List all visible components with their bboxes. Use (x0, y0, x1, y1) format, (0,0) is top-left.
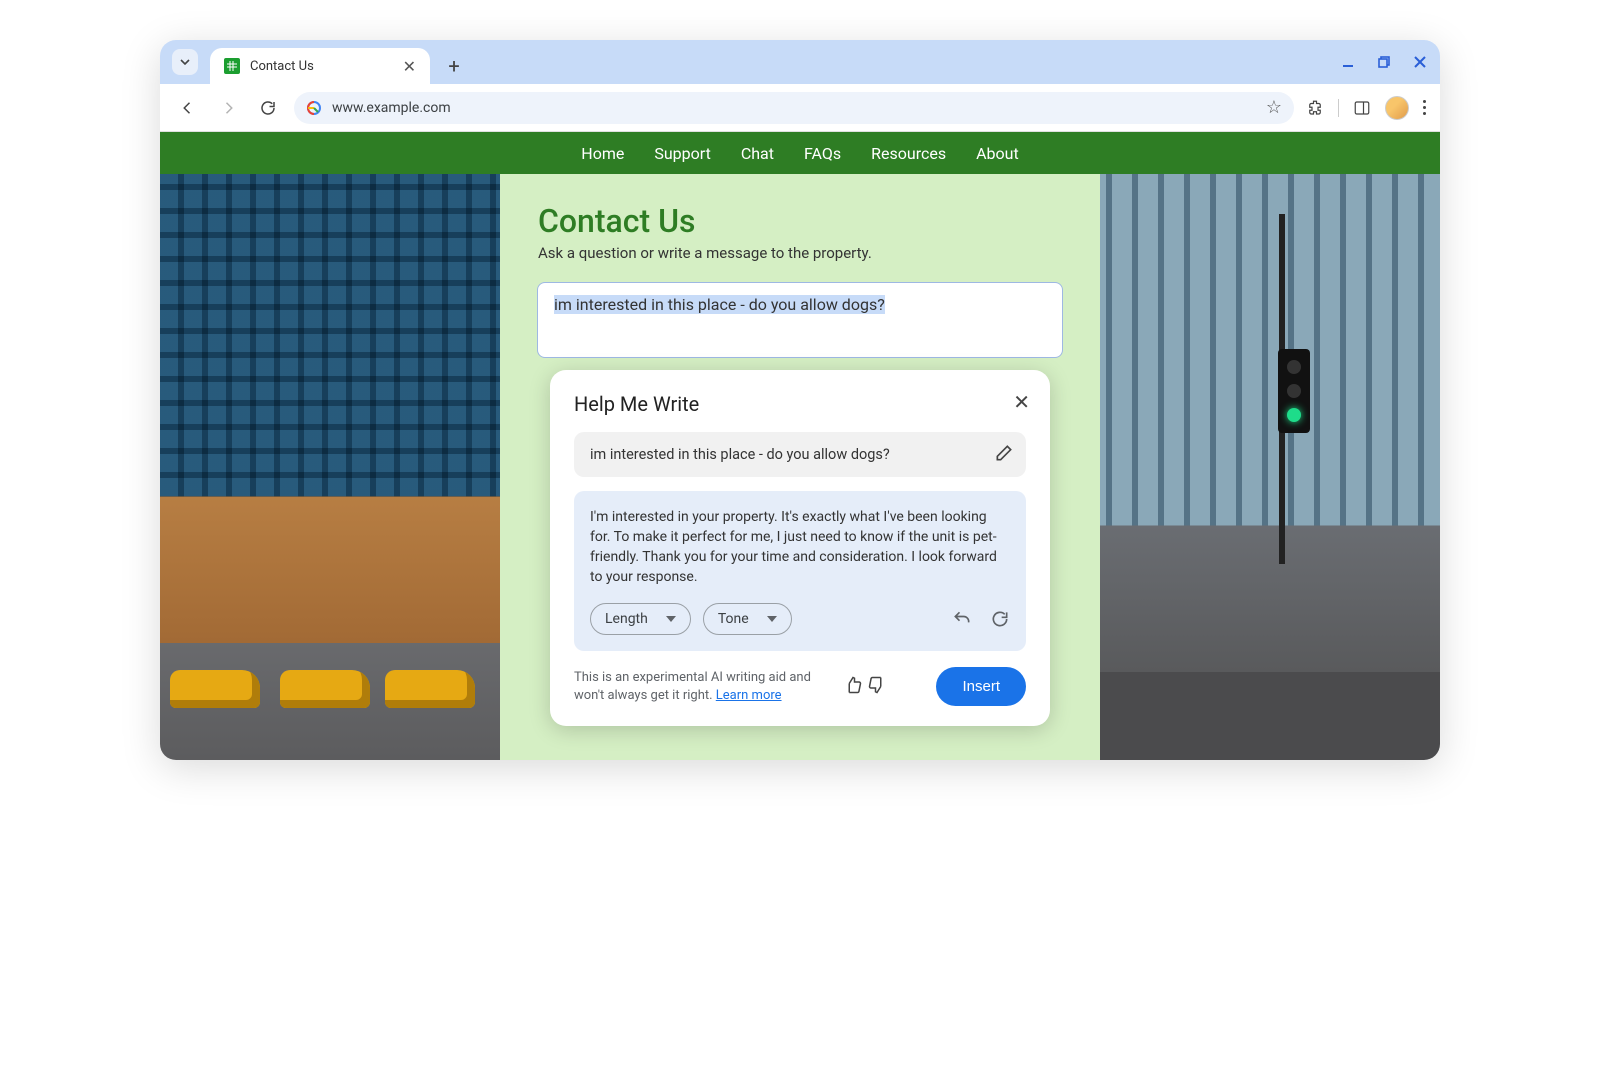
nav-home[interactable]: Home (581, 144, 624, 163)
tab-title: Contact Us (250, 59, 314, 74)
url-text: www.example.com (332, 100, 451, 116)
hmw-prompt-row: im interested in this place - do you all… (574, 432, 1026, 477)
thumbs-down-icon[interactable] (868, 676, 886, 698)
hmw-suggestion-text: I'm interested in your property. It's ex… (590, 507, 1010, 587)
length-dropdown[interactable]: Length (590, 603, 691, 635)
minimize-icon[interactable] (1340, 54, 1356, 70)
back-button[interactable] (174, 94, 202, 122)
page-body: Contact Us Ask a question or write a mes… (160, 174, 1440, 760)
chrome-menu-button[interactable] (1423, 100, 1426, 115)
address-bar[interactable]: www.example.com ☆ (294, 92, 1294, 124)
page-subtitle: Ask a question or write a message to the… (538, 244, 872, 262)
nav-resources[interactable]: Resources (871, 144, 946, 163)
tab-strip: Contact Us ✕ + (160, 40, 1440, 84)
nav-support[interactable]: Support (654, 144, 710, 163)
learn-more-link[interactable]: Learn more (716, 688, 782, 703)
window-controls (1340, 40, 1428, 84)
separator (1338, 99, 1339, 117)
bookmark-icon[interactable]: ☆ (1266, 97, 1282, 118)
nav-faqs[interactable]: FAQs (804, 144, 841, 163)
site-icon (306, 100, 322, 116)
forward-button[interactable] (214, 94, 242, 122)
edit-icon[interactable] (994, 443, 1014, 467)
close-icon[interactable]: ✕ (1013, 390, 1030, 414)
content-column: Contact Us Ask a question or write a mes… (500, 174, 1100, 760)
hmw-disclaimer: This is an experimental AI writing aid a… (574, 669, 834, 705)
close-tab-icon[interactable]: ✕ (403, 57, 416, 76)
tone-label: Tone (718, 611, 749, 627)
message-textarea[interactable]: im interested in this place - do you all… (537, 282, 1063, 358)
page-viewport: Home Support Chat FAQs Resources About C… (160, 132, 1440, 760)
length-label: Length (605, 611, 648, 627)
help-me-write-panel: Help Me Write ✕ im interested in this pl… (550, 370, 1050, 726)
site-nav: Home Support Chat FAQs Resources About (160, 132, 1440, 174)
nav-chat[interactable]: Chat (741, 144, 774, 163)
reload-button[interactable] (254, 94, 282, 122)
hmw-prompt-text: im interested in this place - do you all… (590, 446, 890, 463)
hmw-title: Help Me Write (574, 392, 1026, 416)
thumbs-up-icon[interactable] (844, 676, 862, 698)
nav-about[interactable]: About (976, 144, 1019, 163)
regenerate-icon[interactable] (990, 609, 1010, 629)
browser-toolbar: www.example.com ☆ (160, 84, 1440, 132)
undo-icon[interactable] (952, 609, 972, 629)
hmw-suggestion-box: I'm interested in your property. It's ex… (574, 491, 1026, 651)
browser-tab[interactable]: Contact Us ✕ (210, 48, 430, 84)
extensions-icon[interactable] (1306, 99, 1324, 117)
tab-search-button[interactable] (172, 49, 198, 75)
hmw-footer: This is an experimental AI writing aid a… (574, 667, 1026, 706)
hmw-controls-row: Length Tone (590, 603, 1010, 635)
side-panel-icon[interactable] (1353, 99, 1371, 117)
close-window-icon[interactable] (1412, 54, 1428, 70)
tone-dropdown[interactable]: Tone (703, 603, 792, 635)
favicon-icon (224, 58, 240, 74)
browser-window: Contact Us ✕ + www.example.com ☆ (160, 40, 1440, 760)
message-text: im interested in this place - do you all… (554, 295, 885, 314)
maximize-icon[interactable] (1376, 54, 1392, 70)
extensions-area (1306, 96, 1426, 120)
profile-avatar[interactable] (1385, 96, 1409, 120)
page-title: Contact Us (538, 202, 695, 240)
insert-button[interactable]: Insert (936, 667, 1026, 706)
new-tab-button[interactable]: + (440, 52, 468, 80)
